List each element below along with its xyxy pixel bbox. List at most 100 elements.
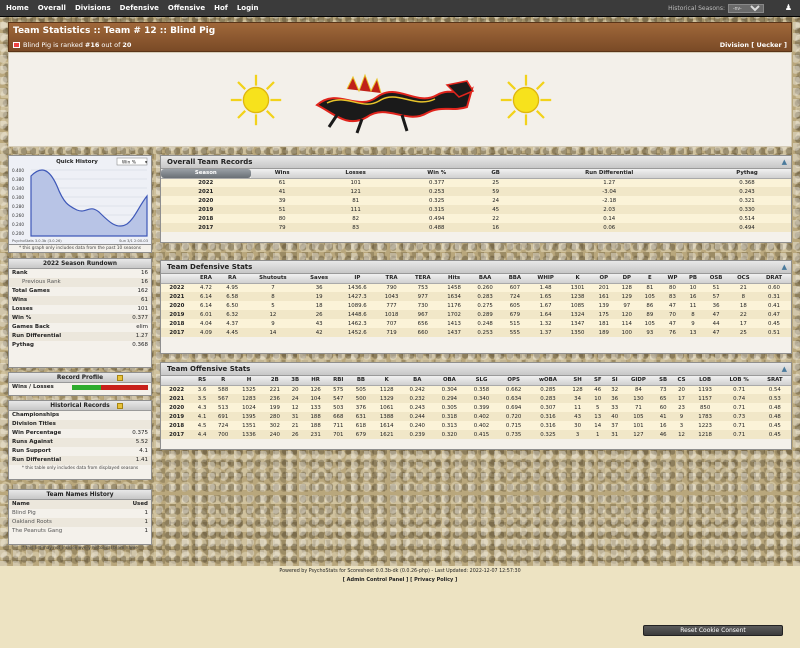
user-group-icon[interactable]: ♟ xyxy=(785,3,792,12)
column-header[interactable]: BBA xyxy=(501,274,529,284)
column-header[interactable]: Run Differential xyxy=(515,169,704,179)
column-header[interactable]: RS xyxy=(192,376,212,386)
offensive-stats-title: Team Offensive Stats xyxy=(167,365,251,373)
column-header[interactable]: K xyxy=(372,376,402,386)
footer-links[interactable]: [ Admin Control Panel ] [ Privacy Policy… xyxy=(0,577,800,583)
team-name-used: 1 xyxy=(144,528,149,534)
stat-cell: 0.45 xyxy=(756,319,791,328)
column-header[interactable]: LOB xyxy=(690,376,720,386)
column-header[interactable]: Losses xyxy=(313,169,398,179)
stat-cell: 0.71 xyxy=(719,403,759,412)
column-header[interactable]: R xyxy=(211,376,235,386)
column-header[interactable]: BA xyxy=(401,376,434,386)
stat-cell: 0.402 xyxy=(465,421,498,430)
stat-cell: 0.720 xyxy=(497,412,530,421)
column-header[interactable]: E xyxy=(638,274,662,284)
column-header[interactable]: OBA xyxy=(433,376,466,386)
stat-cell: 0.45 xyxy=(758,421,791,430)
column-header[interactable]: H xyxy=(234,376,264,386)
collapse-arrow-icon[interactable]: ▲ xyxy=(782,261,787,274)
nav-hof[interactable]: Hof xyxy=(214,4,228,12)
column-header[interactable]: Saves xyxy=(300,274,338,284)
nav-login[interactable]: Login xyxy=(237,4,259,12)
column-header[interactable]: DP xyxy=(615,274,639,284)
stat-cell: 128 xyxy=(615,283,639,292)
column-header[interactable]: SH xyxy=(566,376,589,386)
column-header[interactable]: RA xyxy=(219,274,246,284)
column-header[interactable]: SLG xyxy=(465,376,498,386)
column-header[interactable]: ERA xyxy=(192,274,220,284)
column-header[interactable]: PB xyxy=(683,274,703,284)
column-header[interactable]: Hits xyxy=(439,274,469,284)
division-link[interactable]: Division [ Uecker ] xyxy=(720,41,787,49)
column-header[interactable]: BB xyxy=(349,376,373,386)
historical-season-select[interactable]: -nv- xyxy=(728,4,764,13)
column-header[interactable]: RBI xyxy=(326,376,350,386)
stat-cell: 26 xyxy=(286,430,305,439)
stat-cell: 0.634 xyxy=(497,394,530,403)
stat-cell: 1395 xyxy=(234,412,264,421)
stat-cell: 1128 xyxy=(372,385,402,394)
column-header[interactable]: BAA xyxy=(468,274,502,284)
stat-cell: 567 xyxy=(211,394,235,403)
column-header[interactable]: Wins xyxy=(250,169,314,179)
stat-cell: 47 xyxy=(702,310,730,319)
team-name-link[interactable]: Oakland Roots xyxy=(12,518,52,527)
historical-row: Championships xyxy=(9,411,151,420)
column-header[interactable]: wOBA xyxy=(529,376,567,386)
nav-divisions[interactable]: Divisions xyxy=(75,4,111,12)
collapse-arrow-icon[interactable]: ▲ xyxy=(782,363,787,376)
column-header[interactable]: DRAT xyxy=(756,274,791,284)
info-icon[interactable] xyxy=(117,403,123,409)
column-header[interactable]: SF xyxy=(588,376,607,386)
record-profile-title: Record Profile xyxy=(56,375,104,381)
column-header[interactable]: OSB xyxy=(702,274,730,284)
column-header[interactable]: LOB % xyxy=(719,376,759,386)
column-header[interactable]: SB xyxy=(653,376,673,386)
column-header[interactable]: TRA xyxy=(376,274,407,284)
stat-cell: 505 xyxy=(349,385,373,394)
column-header[interactable]: OCS xyxy=(729,274,757,284)
column-header[interactable]: 2B xyxy=(263,376,287,386)
reset-cookie-button[interactable]: Reset Cookie Consent xyxy=(643,625,783,636)
stat-cell: 128 xyxy=(566,385,589,394)
stat-cell: 34 xyxy=(566,394,589,403)
column-header[interactable]: OPS xyxy=(497,376,530,386)
rundown-label: Rank xyxy=(12,270,28,276)
stat-cell: 5 xyxy=(588,403,607,412)
column-header[interactable]: SRAT xyxy=(758,376,791,386)
column-header[interactable]: K xyxy=(562,274,593,284)
column-header[interactable]: GIDP xyxy=(622,376,654,386)
column-header[interactable] xyxy=(161,274,193,284)
column-header[interactable]: TERA xyxy=(406,274,440,284)
column-header[interactable]: Shutouts xyxy=(245,274,301,284)
stat-cell: 668 xyxy=(326,412,350,421)
nav-offensive[interactable]: Offensive xyxy=(168,4,205,12)
column-header[interactable]: CS xyxy=(672,376,691,386)
column-header[interactable]: WP xyxy=(661,274,684,284)
stat-cell: 84 xyxy=(622,385,654,394)
info-icon[interactable] xyxy=(117,375,123,381)
column-header[interactable]: SI xyxy=(606,376,623,386)
column-header[interactable]: OP xyxy=(592,274,616,284)
stat-cell: 0.294 xyxy=(433,394,466,403)
nav-home[interactable]: Home xyxy=(6,4,29,12)
column-header[interactable]: Season xyxy=(161,169,251,179)
svg-text:Win %: Win % xyxy=(122,160,137,166)
season-cell: 2022 xyxy=(161,178,251,187)
collapse-arrow-icon[interactable]: ▲ xyxy=(782,156,787,169)
nav-defensive[interactable]: Defensive xyxy=(120,4,159,12)
column-header[interactable]: 3B xyxy=(286,376,305,386)
column-header[interactable]: IP xyxy=(337,274,377,284)
nav-overall[interactable]: Overall xyxy=(38,4,66,12)
column-header[interactable] xyxy=(161,376,193,386)
team-name-link[interactable]: The Peanuts Gang xyxy=(12,527,62,536)
column-header[interactable]: Pythag xyxy=(703,169,791,179)
team-name-link[interactable]: Blind Pig xyxy=(12,509,36,518)
column-header[interactable]: WHIP xyxy=(528,274,563,284)
historical-note: * this table only includes data from dis… xyxy=(21,466,139,471)
column-header[interactable]: Win % xyxy=(397,169,476,179)
stat-cell: 80 xyxy=(661,283,684,292)
column-header[interactable]: GB xyxy=(475,169,516,179)
column-header[interactable]: HR xyxy=(304,376,327,386)
